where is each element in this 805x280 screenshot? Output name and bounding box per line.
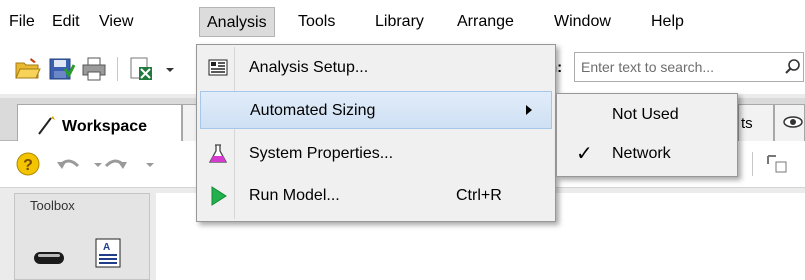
menu-arrange[interactable]: Arrange bbox=[457, 10, 514, 34]
export-excel-icon[interactable] bbox=[127, 55, 155, 83]
tab-output-label: ts bbox=[741, 115, 753, 132]
toolbar-separator bbox=[117, 57, 118, 81]
menu-file[interactable]: File bbox=[9, 10, 35, 34]
chevron-down-icon[interactable] bbox=[156, 55, 174, 83]
menu-item-shortcut: Ctrl+R bbox=[456, 187, 502, 204]
menu-view[interactable]: View bbox=[99, 10, 133, 34]
menu-analysis[interactable]: Analysis bbox=[199, 7, 275, 37]
submenu-item-label: Not Used bbox=[612, 106, 679, 123]
menu-item-automated-sizing[interactable]: Automated Sizing bbox=[200, 91, 552, 129]
automated-sizing-submenu: Not Used ✓ Network bbox=[556, 93, 738, 177]
menu-item-run-model[interactable]: Run Model... Ctrl+R bbox=[200, 177, 552, 215]
annotation-icon[interactable]: A bbox=[95, 238, 121, 268]
submenu-item-network[interactable]: ✓ Network bbox=[560, 136, 734, 172]
redo-dropdown-icon[interactable] bbox=[136, 150, 154, 178]
help-icon[interactable]: ? bbox=[14, 150, 42, 178]
save-icon[interactable] bbox=[47, 55, 75, 83]
menu-item-analysis-setup[interactable]: Analysis Setup... bbox=[200, 49, 552, 87]
tab-workspace[interactable]: Workspace bbox=[17, 104, 182, 141]
menu-item-label: System Properties... bbox=[249, 145, 394, 162]
toolbar-separator bbox=[752, 152, 753, 176]
align-icon[interactable] bbox=[764, 150, 792, 178]
menu-item-label: Run Model... bbox=[249, 187, 340, 204]
analysis-setup-icon bbox=[207, 57, 229, 79]
svg-text:?: ? bbox=[23, 157, 33, 174]
search-icon[interactable] bbox=[784, 58, 802, 76]
search-input[interactable] bbox=[574, 52, 804, 82]
menu-edit[interactable]: Edit bbox=[52, 10, 80, 34]
tab-workspace-label: Workspace bbox=[62, 118, 148, 135]
svg-text:A: A bbox=[103, 242, 110, 253]
menu-library[interactable]: Library bbox=[375, 10, 424, 34]
submenu-item-not-used[interactable]: Not Used bbox=[560, 97, 734, 133]
tab-output[interactable]: ts bbox=[738, 104, 774, 141]
flask-icon bbox=[207, 143, 229, 165]
eye-icon bbox=[783, 113, 803, 131]
tab-visual-report[interactable] bbox=[774, 104, 805, 141]
menu-bar: File Edit View Analysis Tools Library Ar… bbox=[0, 0, 805, 44]
redo-icon[interactable] bbox=[102, 150, 130, 178]
undo-icon[interactable] bbox=[54, 150, 82, 178]
menu-tools[interactable]: Tools bbox=[298, 10, 335, 34]
menu-window[interactable]: Window bbox=[554, 10, 611, 34]
checkmark-icon: ✓ bbox=[576, 143, 593, 165]
undo-dropdown-icon[interactable] bbox=[84, 150, 102, 178]
print-icon[interactable] bbox=[80, 55, 108, 83]
menu-item-system-properties[interactable]: System Properties... bbox=[200, 135, 552, 173]
menu-help[interactable]: Help bbox=[651, 10, 684, 34]
submenu-item-label: Network bbox=[612, 145, 671, 162]
pipe-tool-icon bbox=[36, 114, 58, 136]
analysis-menu: Analysis Setup... Automated Sizing Syste… bbox=[196, 44, 556, 222]
menu-item-label: Analysis Setup... bbox=[249, 59, 369, 76]
menu-item-label: Automated Sizing bbox=[250, 102, 376, 119]
pipe-icon[interactable] bbox=[33, 250, 65, 266]
toolbox-panel: Toolbox A bbox=[14, 193, 150, 280]
toolbox-title: Toolbox bbox=[30, 198, 75, 213]
run-triangle-icon bbox=[207, 185, 229, 207]
open-folder-icon[interactable] bbox=[14, 55, 42, 83]
submenu-arrow-icon bbox=[526, 105, 532, 115]
